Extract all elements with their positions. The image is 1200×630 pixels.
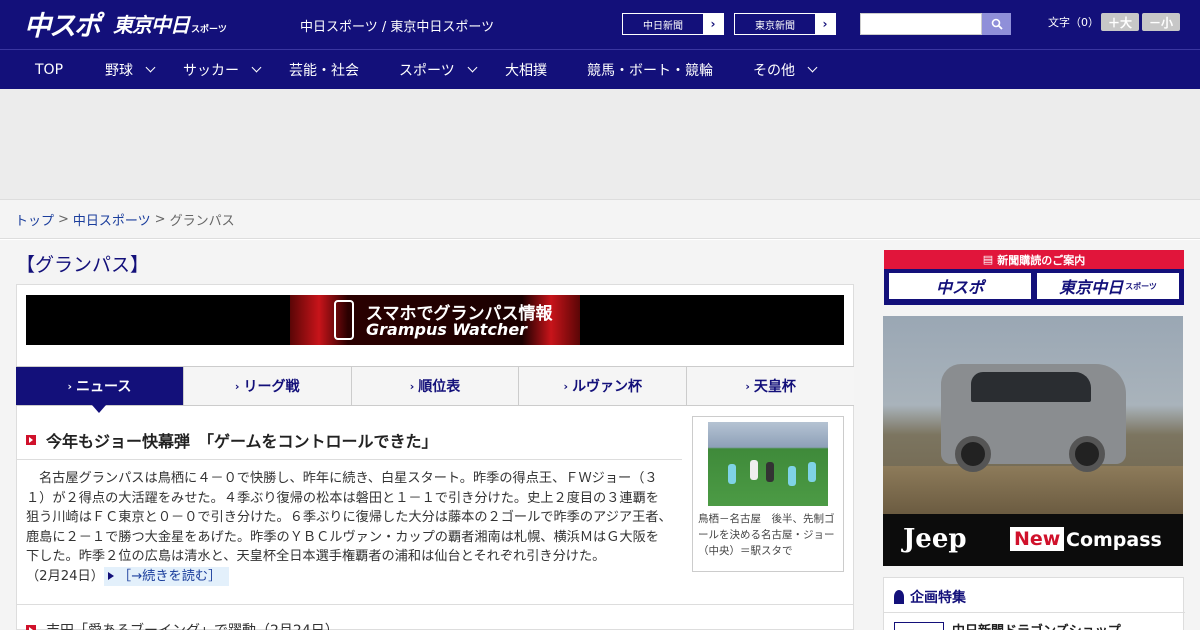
breadcrumb: トップ > 中日スポーツ > グランパス [0, 200, 1200, 239]
font-smaller-button[interactable]: －小 [1142, 13, 1180, 31]
smartphone-icon [334, 300, 354, 340]
page-title: 【グランパス】 [16, 254, 150, 276]
chevron-right-icon: › [703, 14, 723, 34]
ribbon-icon [894, 590, 904, 604]
jeep-compass-ad[interactable]: Jeep New Compass [883, 316, 1183, 566]
car-image [941, 364, 1126, 472]
sub-article-link[interactable]: 吉田「愛あるブーイング」で躍動（2月24日） [26, 620, 339, 630]
nav-item-soccer[interactable]: サッカー [183, 50, 262, 89]
tab-standings[interactable]: › 順位表 [352, 367, 520, 405]
chevron-down-icon [807, 62, 818, 73]
chunichi-shimbun-link[interactable]: 中日新聞 › [622, 13, 724, 35]
bullet-arrow-icon [26, 625, 36, 630]
logo-tokyo-chunichi: 東京中日 スポーツ [113, 12, 227, 37]
tab-emperors-cup[interactable]: › 天皇杯 [687, 367, 854, 405]
tab-league[interactable]: › リーグ戦 [184, 367, 352, 405]
tokyo-shimbun-link[interactable]: 東京新聞 › [734, 13, 836, 35]
nav-item-entertainment[interactable]: 芸能・社会 [289, 50, 359, 89]
breadcrumb-chunichi-sports[interactable]: 中日スポーツ [73, 210, 151, 229]
tab-levain-cup[interactable]: › ルヴァン杯 [519, 367, 688, 405]
read-more-link[interactable]: ［→続きを読む］ [103, 566, 230, 586]
chevron-down-icon [251, 62, 262, 73]
breadcrumb-current: グランパス [169, 213, 235, 229]
subscription-header: ▤ 新聞購読のご案内 [884, 250, 1184, 269]
nav-item-top[interactable]: TOP [35, 50, 63, 89]
search-icon [991, 18, 1003, 30]
jeep-logo: Jeep [903, 524, 967, 554]
chevron-right-icon: › [815, 14, 835, 34]
site-logo[interactable]: 中スポ 東京中日 スポーツ [24, 8, 227, 42]
nav-item-sumo[interactable]: 大相撲 [505, 50, 547, 89]
chevron-right-icon: › [409, 379, 415, 393]
search-input[interactable] [860, 13, 982, 35]
play-arrow-icon [107, 571, 114, 580]
article-body: 名古屋グランパスは鳥栖に４－０で快勝し、昨年に続き、白星スタート。昨季の得点王、… [26, 469, 672, 586]
chevron-right-icon: › [563, 379, 569, 393]
article-headline[interactable]: 今年もジョー快幕弾 「ゲームをコントロールできた」 [26, 428, 438, 452]
category-tabs: › ニュース › リーグ戦 › 順位表 › ルヴァン杯 › 天皇杯 [16, 366, 854, 413]
main-nav: TOP 野球 サッカー 芸能・社会 スポーツ 大相撲 競馬・ボート・競輪 その他 [0, 49, 1200, 89]
nav-item-racing[interactable]: 競馬・ボート・競輪 [587, 50, 713, 89]
header-bar: 中スポ 東京中日 スポーツ 中日スポーツ / 東京中日スポーツ 中日新聞 › 東京… [0, 0, 1200, 49]
newspaper-icon: ▤ [982, 253, 994, 266]
photo-caption: 鳥栖－名古屋 後半、先制ゴールを決める名古屋・ジョー（中央）＝駅スタで [698, 513, 835, 557]
feature-item-link[interactable]: 中日新聞ドラゴンズショップ [952, 620, 1121, 630]
subscribe-tokyo-chunichi-button[interactable]: 東京中日 スポーツ [1036, 272, 1180, 300]
search-button[interactable] [982, 13, 1011, 35]
article-date: （2月24日） [26, 568, 104, 584]
grampus-watcher-banner[interactable]: スマホでグランパス情報 Grampus Watcher [26, 295, 844, 345]
tab-news[interactable]: › ニュース [16, 367, 184, 413]
article-photo [708, 422, 828, 506]
chevron-down-icon [145, 62, 156, 73]
site-name: 中日スポーツ / 東京中日スポーツ [300, 20, 495, 35]
nav-item-other[interactable]: その他 [753, 50, 818, 89]
font-size-label: 文字（0） [1048, 16, 1099, 29]
subscribe-chuspo-button[interactable]: 中スポ [888, 272, 1032, 300]
feature-thumbnail [894, 622, 944, 630]
nav-item-sports[interactable]: スポーツ [399, 50, 478, 89]
chevron-right-icon: › [234, 379, 240, 393]
chevron-right-icon: › [745, 379, 750, 393]
article-photo-box[interactable]: 鳥栖－名古屋 後半、先制ゴールを決める名古屋・ジョー（中央）＝駅スタで [692, 416, 844, 572]
nav-item-baseball[interactable]: 野球 [105, 50, 156, 89]
ad-placeholder [0, 89, 1200, 200]
subscription-box: ▤ 新聞購読のご案内 中スポ 東京中日 スポーツ [884, 250, 1184, 305]
font-bigger-button[interactable]: ＋大 [1101, 13, 1139, 31]
feature-header: 企画特集 [894, 587, 966, 607]
chevron-right-icon: › [67, 379, 73, 393]
logo-chuspo: 中スポ [24, 10, 101, 42]
chevron-down-icon [467, 62, 478, 73]
feature-box: 企画特集 中日新聞ドラゴンズショップ [883, 577, 1185, 630]
breadcrumb-top[interactable]: トップ [15, 210, 54, 229]
bullet-arrow-icon [26, 435, 36, 445]
